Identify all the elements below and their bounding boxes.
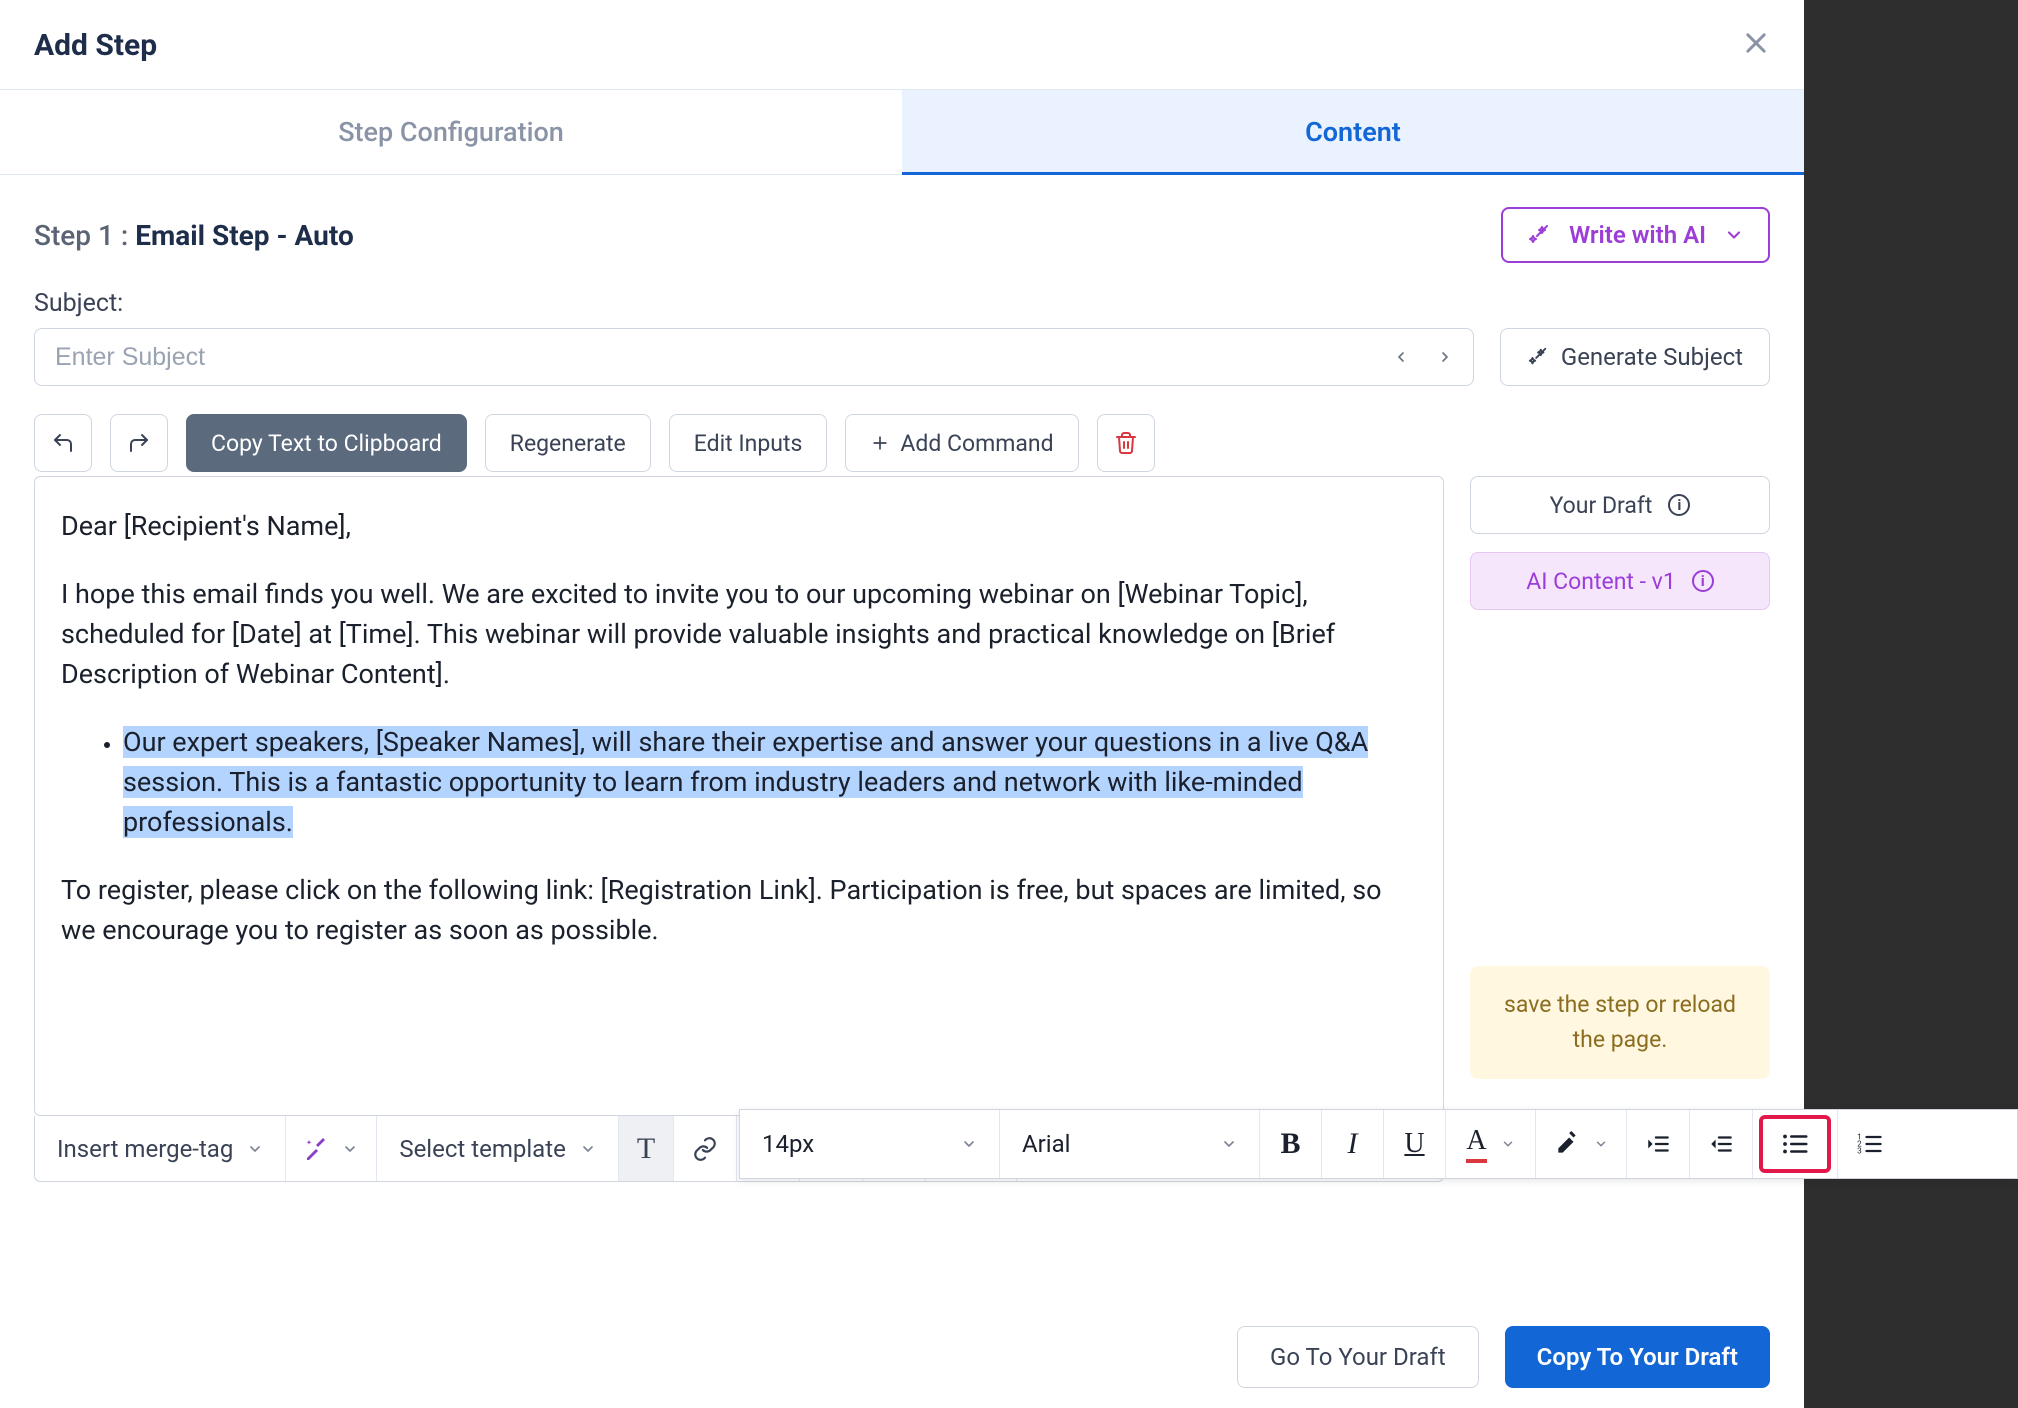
chevron-down-icon <box>1594 1137 1608 1151</box>
go-to-draft-button[interactable]: Go To Your Draft <box>1237 1326 1479 1388</box>
undo-icon <box>51 431 75 455</box>
bold-button[interactable]: B <box>1260 1110 1322 1178</box>
insert-merge-tag-button[interactable]: Insert merge-tag <box>35 1116 286 1181</box>
numbered-list-icon: 123 <box>1856 1130 1884 1158</box>
magic-wand-icon <box>304 1137 328 1161</box>
write-with-ai-label: Write with AI <box>1569 221 1706 249</box>
email-bullet: Our expert speakers, [Speaker Names], wi… <box>123 723 1417 843</box>
copy-text-button[interactable]: Copy Text to Clipboard <box>186 414 467 472</box>
ai-magic-button[interactable] <box>286 1116 377 1181</box>
step-name: Email Step - Auto <box>135 219 354 252</box>
chevron-down-icon <box>1221 1136 1237 1152</box>
italic-icon: I <box>1348 1127 1358 1161</box>
go-to-draft-label: Go To Your Draft <box>1270 1343 1446 1371</box>
modal-header: Add Step <box>0 0 1804 90</box>
insert-merge-tag-label: Insert merge-tag <box>57 1135 233 1163</box>
info-icon[interactable]: i <box>1692 570 1714 592</box>
link-icon <box>692 1136 718 1162</box>
font-size-value: 14px <box>762 1130 814 1158</box>
chevron-down-icon <box>580 1141 596 1157</box>
floating-format-toolbar: 14px Arial B I U A 123 <box>739 1109 2018 1179</box>
ai-content-chip[interactable]: AI Content - v1 i <box>1470 552 1770 610</box>
text-color-button[interactable]: A <box>1446 1110 1536 1178</box>
email-editor[interactable]: Dear [Recipient's Name], I hope this ema… <box>34 476 1444 1116</box>
bullet-list-icon <box>1780 1129 1810 1159</box>
indent-icon <box>1645 1131 1671 1157</box>
underline-button[interactable]: U <box>1384 1110 1446 1178</box>
subject-input[interactable] <box>55 343 1393 372</box>
step-title: Step 1 : Email Step - Auto <box>34 219 354 252</box>
background-overlay <box>1804 0 2018 1408</box>
chevron-left-icon[interactable] <box>1393 349 1409 365</box>
subject-label: Subject: <box>34 289 1770 318</box>
ai-content-label: AI Content - v1 <box>1526 568 1676 595</box>
copy-to-draft-label: Copy To Your Draft <box>1537 1343 1738 1371</box>
info-icon[interactable]: i <box>1668 494 1690 516</box>
save-hint: save the step or reload the page. <box>1470 966 1770 1079</box>
magic-wand-icon <box>1527 223 1551 247</box>
bold-icon: B <box>1280 1127 1300 1161</box>
close-icon[interactable] <box>1742 29 1770 63</box>
subject-input-wrap <box>34 328 1474 386</box>
save-hint-text: save the step or reload the page. <box>1504 991 1736 1053</box>
text-icon: T <box>637 1132 655 1166</box>
underline-icon: U <box>1404 1128 1424 1160</box>
copy-text-label: Copy Text to Clipboard <box>211 430 442 457</box>
trash-icon <box>1114 431 1138 455</box>
step-prefix: Step 1 : <box>34 219 128 252</box>
modal-title: Add Step <box>34 28 157 63</box>
tab-step-configuration[interactable]: Step Configuration <box>0 90 902 175</box>
italic-button[interactable]: I <box>1322 1110 1384 1178</box>
select-template-label: Select template <box>399 1135 565 1163</box>
your-draft-label: Your Draft <box>1550 492 1653 519</box>
font-size-select[interactable]: 14px <box>740 1110 1000 1178</box>
chevron-right-icon[interactable] <box>1437 349 1453 365</box>
numbered-list-button[interactable]: 123 <box>1838 1110 1902 1178</box>
right-column: Your Draft i AI Content - v1 i save the … <box>1470 476 1770 1182</box>
undo-button[interactable] <box>34 414 92 472</box>
regenerate-label: Regenerate <box>510 430 626 457</box>
your-draft-chip[interactable]: Your Draft i <box>1470 476 1770 534</box>
highlight-color-button[interactable] <box>1536 1110 1627 1178</box>
indent-button[interactable] <box>1627 1110 1690 1178</box>
edit-inputs-label: Edit Inputs <box>694 430 803 457</box>
redo-button[interactable] <box>110 414 168 472</box>
highlighter-icon <box>1554 1131 1580 1157</box>
text-color-icon: A <box>1466 1125 1486 1163</box>
redo-icon <box>127 431 151 455</box>
svg-text:3: 3 <box>1857 1145 1862 1155</box>
write-with-ai-button[interactable]: Write with AI <box>1501 207 1770 263</box>
regenerate-button[interactable]: Regenerate <box>485 414 651 472</box>
email-intro: I hope this email finds you well. We are… <box>61 575 1417 695</box>
add-command-button[interactable]: Add Command <box>845 414 1078 472</box>
font-family-value: Arial <box>1022 1130 1071 1158</box>
bullet-list-button[interactable] <box>1753 1110 1838 1178</box>
generate-subject-button[interactable]: Generate Subject <box>1500 328 1770 386</box>
add-step-modal: Add Step Step Configuration Content Step… <box>0 0 1804 1408</box>
chevron-down-icon <box>961 1136 977 1152</box>
magic-wand-icon <box>1527 346 1549 368</box>
font-family-select[interactable]: Arial <box>1000 1110 1260 1178</box>
chevron-down-icon <box>342 1141 358 1157</box>
plus-icon <box>870 433 890 453</box>
insert-link-button[interactable] <box>674 1116 737 1181</box>
chevron-down-icon <box>247 1141 263 1157</box>
text-format-button[interactable]: T <box>619 1116 674 1181</box>
tab-content[interactable]: Content <box>902 90 1804 175</box>
chevron-down-icon <box>1501 1137 1515 1151</box>
email-greeting: Dear [Recipient's Name], <box>61 507 1417 547</box>
delete-button[interactable] <box>1097 414 1155 472</box>
generate-subject-label: Generate Subject <box>1561 343 1743 371</box>
edit-inputs-button[interactable]: Edit Inputs <box>669 414 828 472</box>
outdent-icon <box>1708 1131 1734 1157</box>
chevron-down-icon <box>1724 225 1744 245</box>
modal-footer: Go To Your Draft Copy To Your Draft <box>0 1286 1804 1408</box>
email-bullet-highlighted: Our expert speakers, [Speaker Names], wi… <box>123 726 1368 838</box>
select-template-button[interactable]: Select template <box>377 1116 618 1181</box>
tab-bar: Step Configuration Content <box>0 90 1804 175</box>
outdent-button[interactable] <box>1690 1110 1753 1178</box>
add-command-label: Add Command <box>900 430 1053 457</box>
copy-to-draft-button[interactable]: Copy To Your Draft <box>1505 1326 1770 1388</box>
email-register: To register, please click on the followi… <box>61 871 1417 951</box>
